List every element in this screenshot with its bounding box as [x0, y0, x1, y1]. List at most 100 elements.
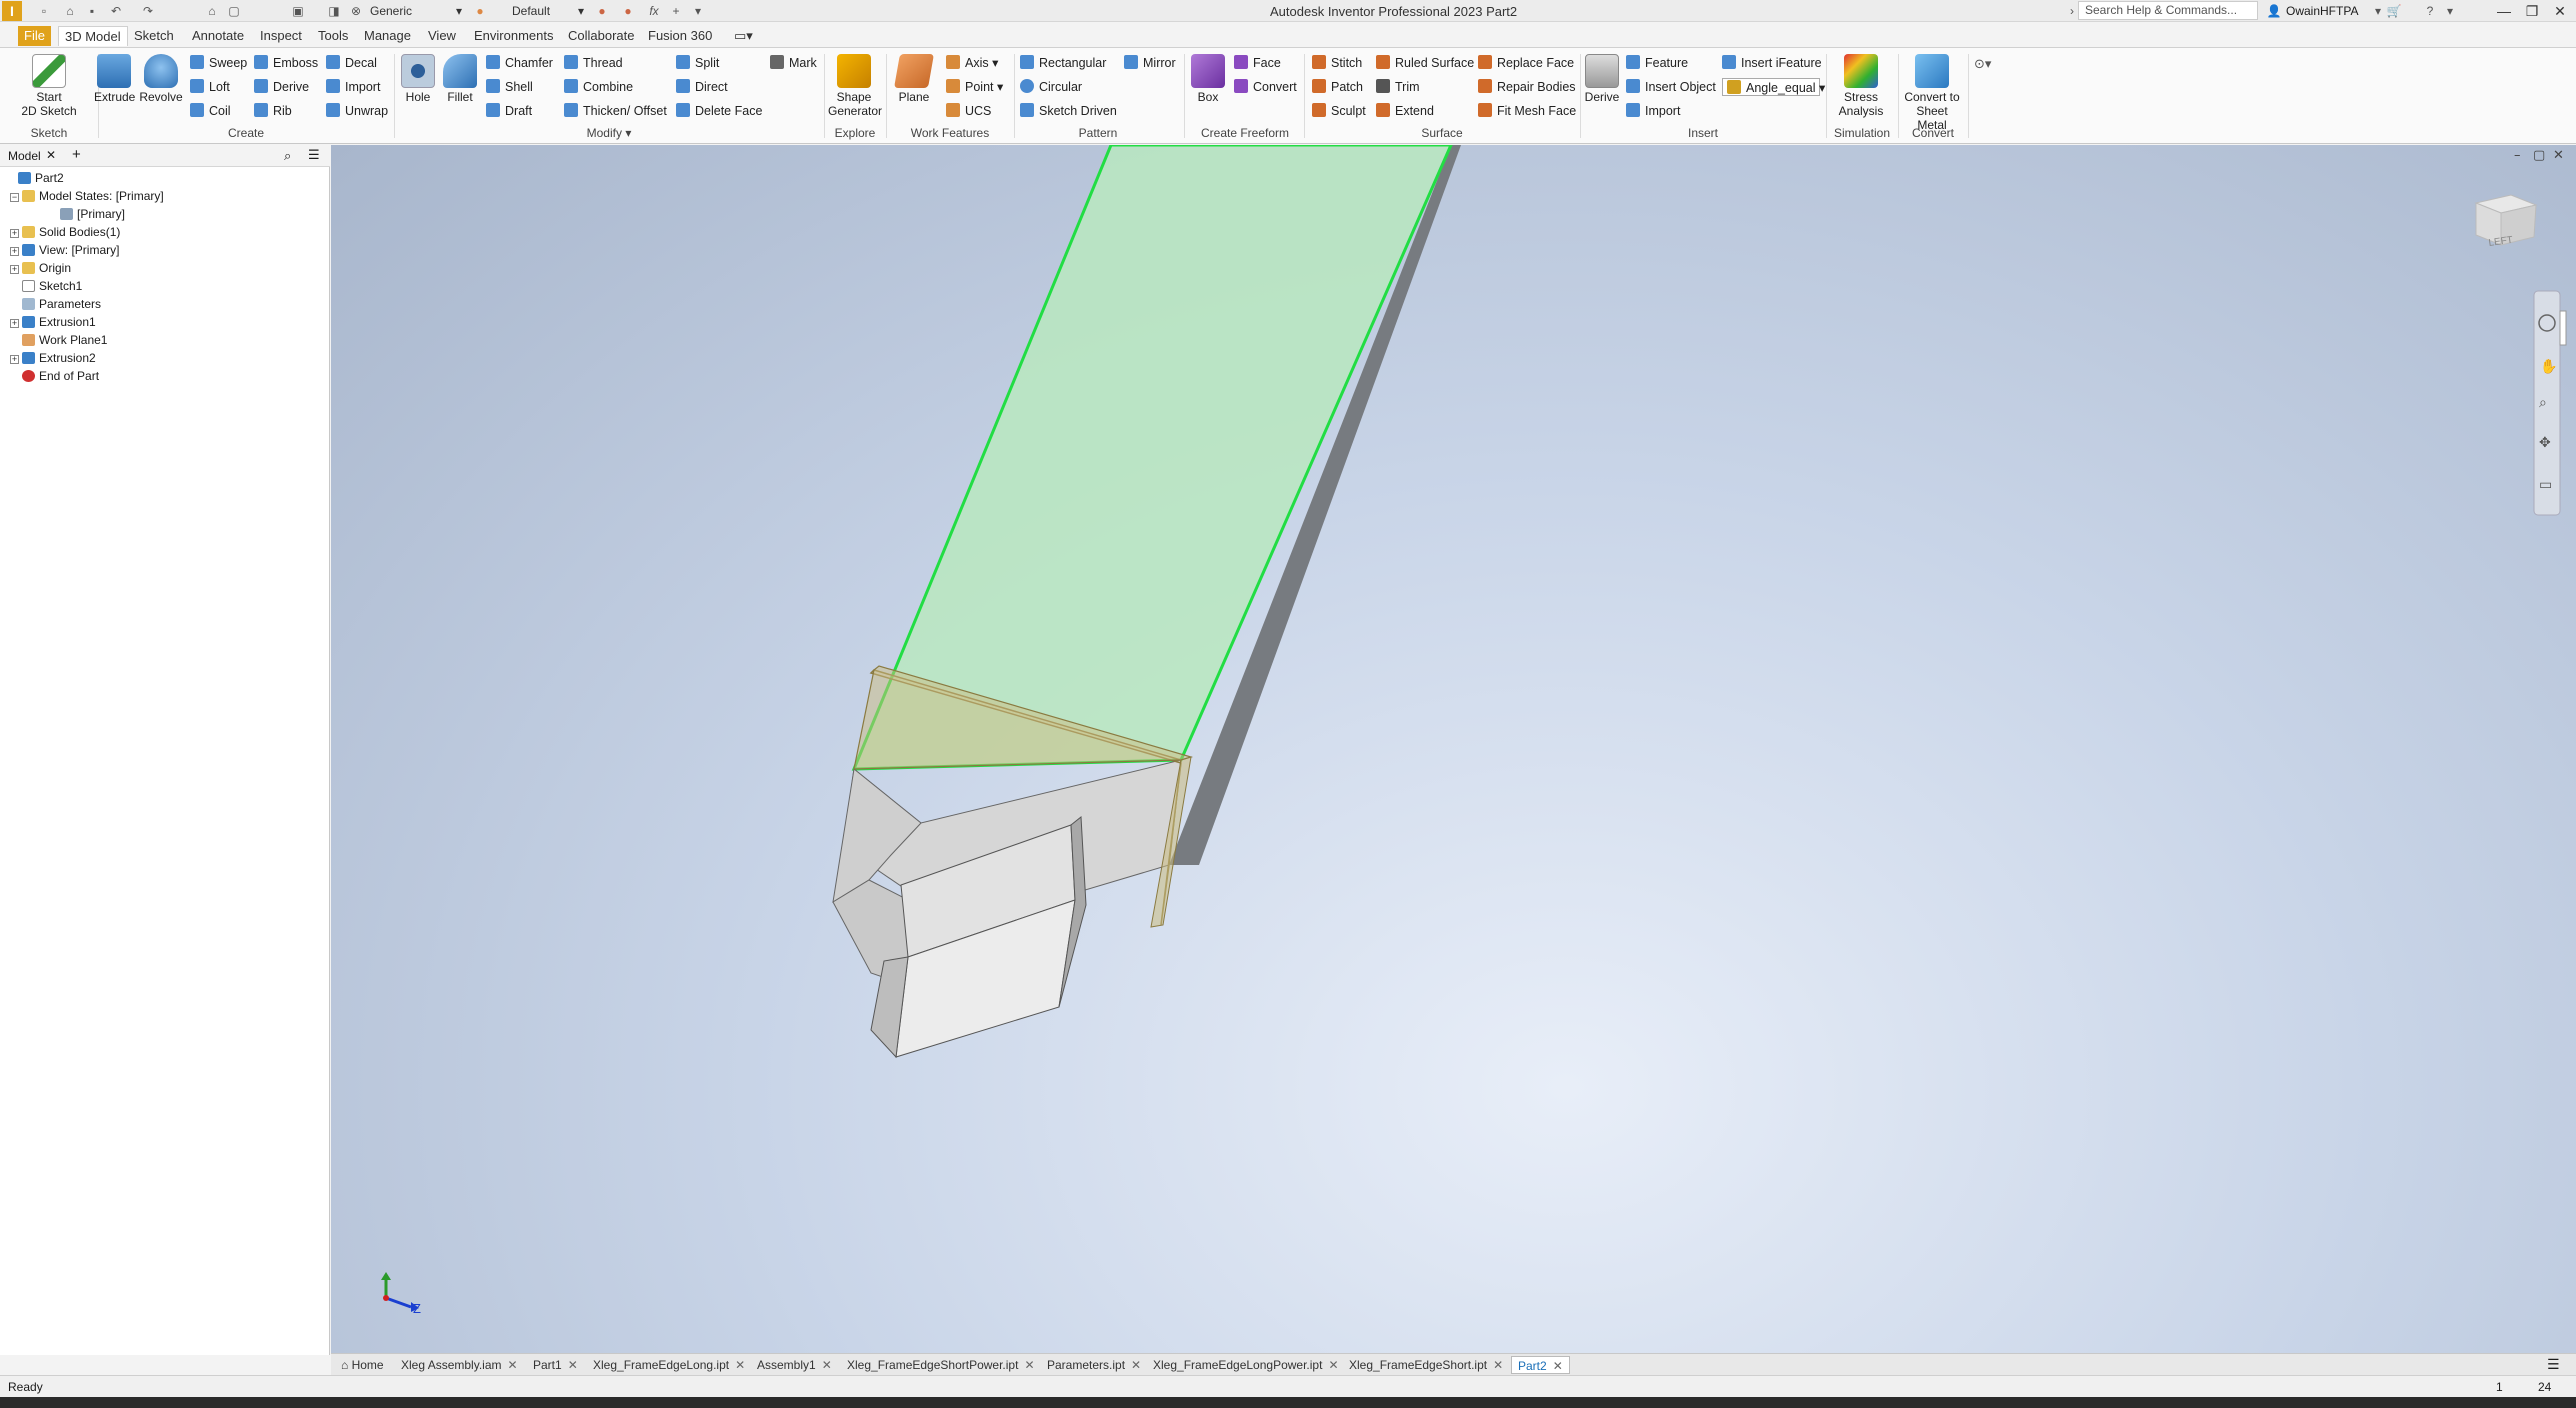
appearance-dropdown[interactable]: Default ▾	[508, 2, 588, 20]
extend-button[interactable]: Extend	[1376, 102, 1474, 120]
repair-bodies-button[interactable]: Repair Bodies	[1478, 78, 1576, 96]
close-tab-icon[interactable]: ✕	[1553, 1359, 1563, 1373]
tab-annotate[interactable]: Annotate	[186, 26, 250, 46]
close-tab-icon[interactable]: ✕	[568, 1358, 578, 1372]
expand-icon[interactable]: +	[10, 229, 19, 238]
tree-item[interactable]: Parameters	[6, 295, 326, 313]
revolve-button[interactable]: Revolve	[138, 54, 184, 104]
expand-icon[interactable]: +	[10, 355, 19, 364]
user-name[interactable]: OwainHFTPA	[2286, 4, 2358, 18]
fit-mesh-face-button[interactable]: Fit Mesh Face	[1478, 102, 1576, 120]
unwrap-button[interactable]: Unwrap	[326, 102, 388, 120]
search-icon[interactable]: ⌕	[284, 148, 291, 164]
loft-button[interactable]: Loft	[190, 78, 247, 96]
viewport-minimize-icon[interactable]: –	[2514, 148, 2521, 163]
patch-button[interactable]: Patch	[1312, 78, 1366, 96]
tree-item[interactable]: + Origin	[6, 259, 326, 277]
minimize-button[interactable]: —	[2490, 0, 2518, 22]
new-file-icon[interactable]: ▫	[36, 3, 52, 19]
ribbon-options-icon[interactable]: ▭▾	[728, 26, 759, 46]
shape-generator-button[interactable]: Shape Generator	[828, 54, 882, 118]
help-dropdown-icon[interactable]: ▾	[2442, 3, 2458, 19]
delete-face-button[interactable]: Delete Face	[676, 102, 762, 120]
quick-access-dropdown-icon[interactable]: ▾	[690, 3, 706, 19]
rectangular-pattern-button[interactable]: Rectangular	[1020, 54, 1117, 72]
hole-button[interactable]: Hole	[398, 54, 438, 104]
clear-override-icon[interactable]: ●	[620, 3, 636, 19]
ifeature-dropdown[interactable]: Angle_equal ▾	[1722, 78, 1825, 96]
derive-button[interactable]: Derive	[254, 78, 318, 96]
expand-icon[interactable]: +	[10, 247, 19, 256]
doc-tab-active[interactable]: Part2 ✕	[1511, 1356, 1570, 1374]
tree-item[interactable]: [Primary]	[6, 205, 326, 223]
navbar-scroll-handle[interactable]	[2559, 310, 2567, 346]
freeform-box-button[interactable]: Box	[1188, 54, 1228, 104]
direct-button[interactable]: Direct	[676, 78, 762, 96]
freeform-convert-button[interactable]: Convert	[1234, 78, 1297, 96]
tab-file[interactable]: File	[18, 26, 51, 46]
restore-button[interactable]: ❐	[2518, 0, 2546, 22]
thicken-offset-button[interactable]: Thicken/ Offset	[564, 102, 667, 120]
selected-face[interactable]	[851, 145, 1453, 771]
zoom-icon[interactable]: ⌕	[2539, 395, 2547, 411]
mark-button[interactable]: Mark	[770, 54, 817, 72]
close-tab-icon[interactable]: ✕	[1328, 1358, 1338, 1372]
select-filter-icon[interactable]: ▣	[290, 3, 306, 19]
save-icon[interactable]: ▪	[84, 3, 100, 19]
plane-button[interactable]: Plane	[892, 54, 936, 104]
tab-tools[interactable]: Tools	[312, 26, 354, 46]
doc-tab[interactable]: Parameters.ipt ✕	[1041, 1356, 1147, 1374]
close-tab-icon[interactable]: ✕	[1131, 1358, 1141, 1372]
tree-item[interactable]: Part2	[6, 169, 326, 187]
circular-pattern-button[interactable]: Circular	[1020, 78, 1117, 96]
insert-feature-button[interactable]: Feature	[1626, 54, 1716, 72]
split-button[interactable]: Split	[676, 54, 762, 72]
sketch-driven-pattern-button[interactable]: Sketch Driven	[1020, 102, 1117, 120]
viewport-maximize-icon[interactable]: ▢	[2533, 148, 2545, 163]
doc-tab[interactable]: Assembly1 ✕	[751, 1356, 838, 1374]
adjust-icon[interactable]: ●	[594, 3, 610, 19]
tree-item[interactable]: + Solid Bodies(1)	[6, 223, 326, 241]
replace-face-button[interactable]: Replace Face	[1478, 54, 1576, 72]
orbit-icon[interactable]: ✥	[2539, 435, 2551, 451]
point-button[interactable]: Point ▾	[946, 78, 1003, 96]
tab-view[interactable]: View	[422, 26, 462, 46]
tree-item[interactable]: − Model States: [Primary]	[6, 187, 326, 205]
start-2d-sketch-button[interactable]: Start 2D Sketch	[10, 54, 88, 118]
close-button[interactable]: ✕	[2546, 0, 2574, 22]
doc-tab-home[interactable]: ⌂ Home	[335, 1356, 390, 1374]
stress-analysis-button[interactable]: Stress Analysis	[1830, 54, 1892, 118]
redo-icon[interactable]: ↷	[140, 3, 156, 19]
local-update-icon[interactable]: ▢	[226, 3, 242, 19]
tab-collaborate[interactable]: Collaborate	[562, 26, 641, 46]
look-at-icon[interactable]: ▭	[2539, 477, 2552, 493]
tree-item[interactable]: + View: [Primary]	[6, 241, 326, 259]
combine-button[interactable]: Combine	[564, 78, 667, 96]
tree-item[interactable]: End of Part	[6, 367, 326, 385]
undo-icon[interactable]: ↶	[108, 3, 124, 19]
axis-button[interactable]: Axis ▾	[946, 54, 1003, 72]
decal-button[interactable]: Decal	[326, 54, 388, 72]
emboss-button[interactable]: Emboss	[254, 54, 318, 72]
home-icon[interactable]: ⌂	[204, 3, 220, 19]
expand-icon[interactable]: +	[10, 319, 19, 328]
extrude-button[interactable]: Extrude	[94, 54, 135, 104]
user-dropdown-icon[interactable]: ▾	[2370, 3, 2386, 19]
insert-derive-button[interactable]: Derive	[1584, 54, 1620, 104]
close-tab-icon[interactable]: ✕	[1493, 1358, 1503, 1372]
tab-inspect[interactable]: Inspect	[254, 26, 308, 46]
doc-tab[interactable]: Xleg Assembly.iam ✕	[395, 1356, 524, 1374]
tab-manage[interactable]: Manage	[358, 26, 417, 46]
mirror-button[interactable]: Mirror	[1124, 54, 1176, 72]
tree-item[interactable]: Work Plane1	[6, 331, 326, 349]
help-icon[interactable]: ?	[2422, 3, 2438, 19]
close-tab-icon[interactable]: ✕	[735, 1358, 745, 1372]
coil-button[interactable]: Coil	[190, 102, 247, 120]
open-file-icon[interactable]: ⌂	[62, 3, 78, 19]
insert-object-button[interactable]: Insert Object	[1626, 78, 1716, 96]
viewport-close-icon[interactable]: ✕	[2553, 148, 2564, 163]
doc-tab[interactable]: Part1 ✕	[527, 1356, 584, 1374]
tab-environments[interactable]: Environments	[468, 26, 559, 46]
browser-tab-model[interactable]: Model	[8, 149, 41, 163]
clear-appearance-icon[interactable]: ⊗	[348, 3, 364, 19]
